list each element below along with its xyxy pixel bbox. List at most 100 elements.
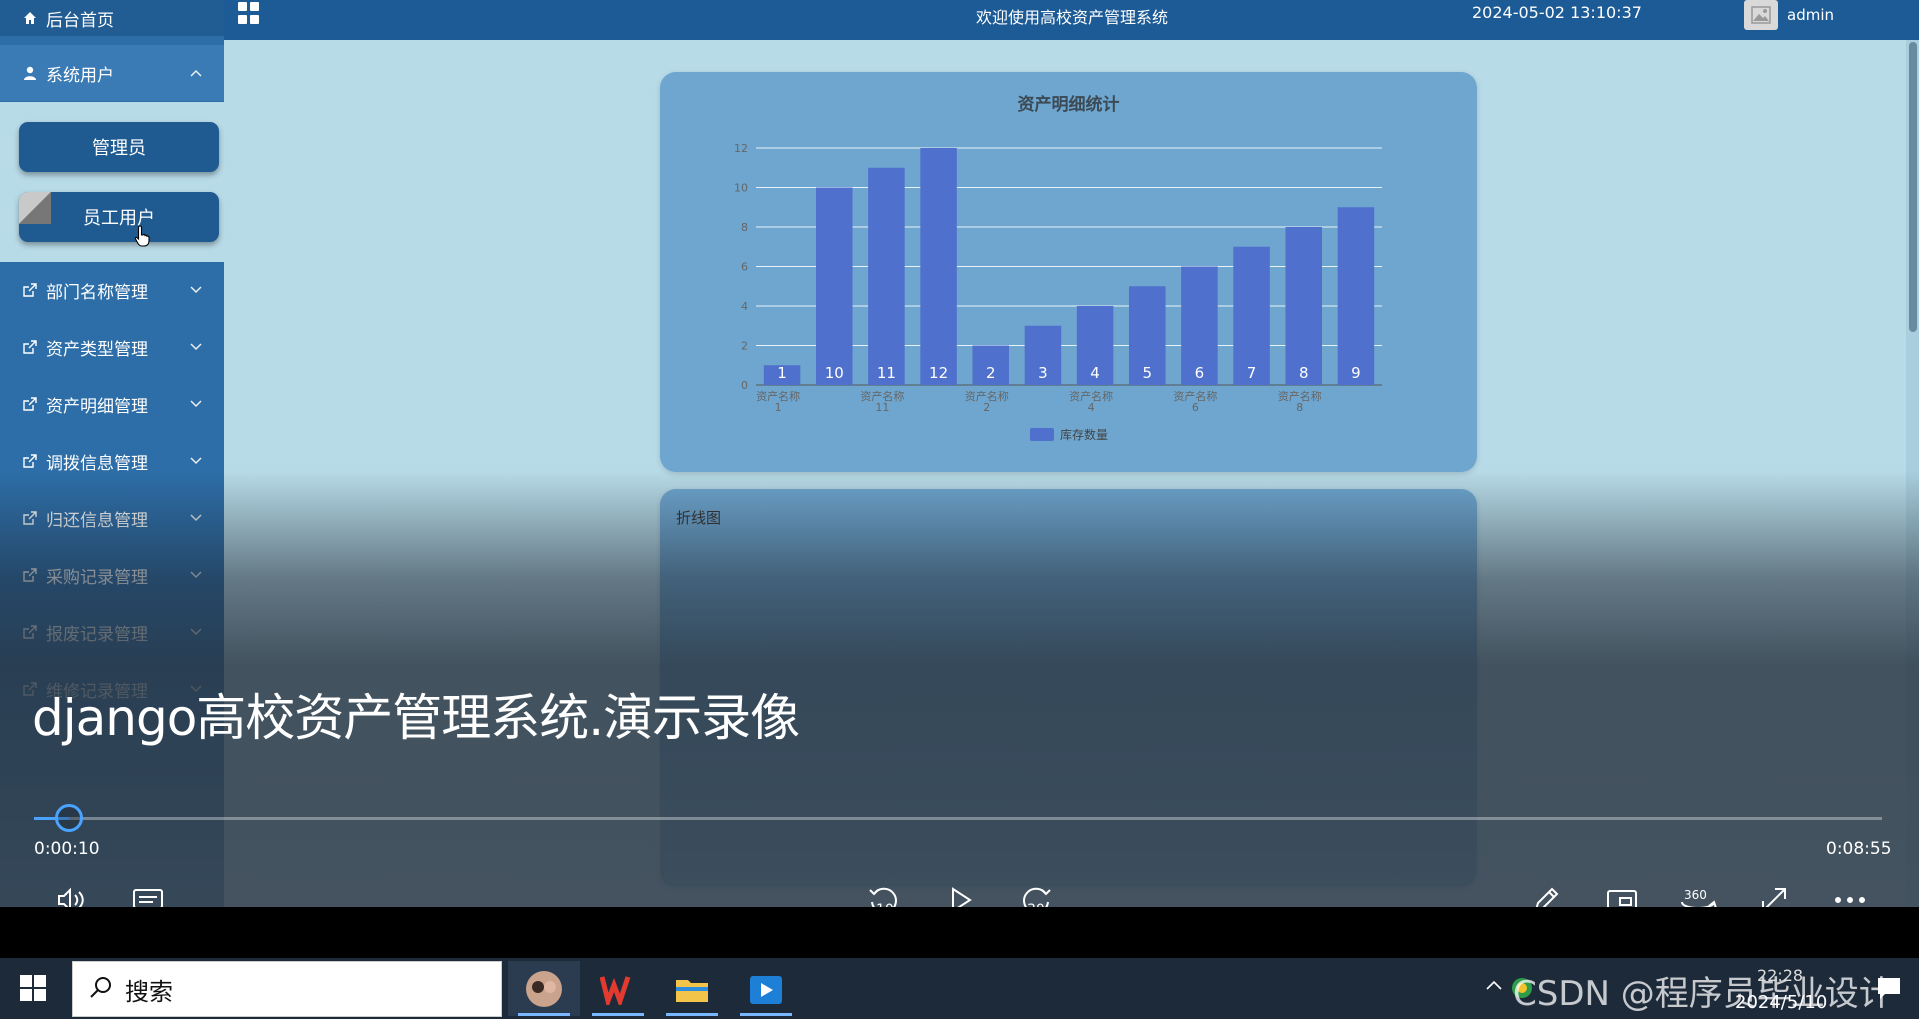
sidebar-item-label: 部门名称管理: [46, 282, 148, 303]
scrollbar-thumb[interactable]: [1909, 42, 1917, 332]
external-link-icon: [22, 396, 38, 412]
chevron-down-icon: [190, 511, 202, 525]
taskbar-search-label: 搜索: [125, 977, 173, 1006]
bar: [920, 148, 957, 385]
sidebar-item-label: 归还信息管理: [46, 510, 148, 531]
chevron-down-icon: [190, 340, 202, 354]
tray-clock-date[interactable]: 2024/5/10: [1735, 992, 1827, 1013]
video-total-time: 0:08:55: [1826, 839, 1892, 859]
chevron-down-icon: [190, 397, 202, 411]
sidebar-item[interactable]: 资产类型管理: [0, 319, 224, 375]
bar-data-label: 11: [877, 364, 896, 382]
forward-30-icon[interactable]: 30: [1016, 880, 1056, 907]
bar-data-label: 6: [1195, 364, 1205, 382]
fold-corner-decoration: [19, 192, 51, 224]
taskbar-app-photo[interactable]: [508, 961, 580, 1016]
bar-data-label: 4: [1090, 364, 1100, 382]
user-icon: [22, 65, 38, 81]
bar-data-label: 12: [929, 364, 948, 382]
page-title: 欢迎使用高校资产管理系统: [976, 8, 1169, 27]
forward-label: 30: [1027, 902, 1045, 907]
pen-icon[interactable]: [1526, 880, 1566, 907]
chevron-down-icon: [190, 283, 202, 297]
bar: [868, 167, 905, 385]
taskbar-app-media-player[interactable]: [730, 961, 802, 1016]
x-tick-label: 2: [983, 401, 990, 414]
legend-label: 库存数量: [1060, 427, 1108, 442]
x-tick-label: 8: [1296, 401, 1303, 414]
sidebar-item[interactable]: 资产明细管理: [0, 376, 224, 432]
fullscreen-icon[interactable]: [1754, 880, 1794, 907]
sidebar-item[interactable]: 归还信息管理: [0, 490, 224, 546]
bar-chart-card: 资产明细统计 0 2 4 6 8 10 12 1 资产名称 1 10 11 资产名称 11 12 2 资产名称 2…: [660, 72, 1477, 472]
y-tick-label: 10: [734, 182, 748, 195]
line-chart-title: 折线图: [676, 509, 722, 527]
external-link-icon: [22, 624, 38, 640]
sidebar-item[interactable]: 采购记录管理: [0, 547, 224, 603]
taskbar-app-file-explorer[interactable]: [656, 961, 728, 1016]
chevron-down-icon: [190, 454, 202, 468]
header-datetime: 2024-05-02 13:10:37: [1472, 3, 1642, 22]
sidebar-subitem-label: 管理员: [92, 138, 146, 159]
taskbar-search-input[interactable]: 搜索: [72, 961, 502, 1017]
bar: [815, 187, 853, 385]
external-link-icon: [22, 567, 38, 583]
y-tick-label: 6: [741, 261, 748, 274]
x-tick-label: 11: [875, 401, 889, 414]
sidebar-item-label: 系统用户: [46, 65, 114, 86]
sidebar-subitem-staff-users[interactable]: 员工用户: [19, 192, 219, 242]
x-tick-label: 4: [1088, 401, 1095, 414]
chevron-up-icon[interactable]: [1486, 980, 1502, 990]
video-title: django高校资产管理系统.演示录像: [32, 689, 800, 747]
rewind-10-icon[interactable]: 10: [864, 880, 904, 907]
y-tick-label: 4: [741, 300, 748, 313]
subtitles-icon[interactable]: [128, 880, 168, 907]
taskbar-app-wps[interactable]: [582, 961, 654, 1016]
external-link-icon: [22, 453, 38, 469]
sidebar-item[interactable]: 部门名称管理: [0, 262, 224, 318]
legend-swatch: [1030, 428, 1054, 441]
chevron-down-icon: [190, 568, 202, 582]
avatar[interactable]: [1744, 0, 1778, 30]
y-tick-label: 8: [741, 221, 748, 234]
bar-data-label: 1: [777, 364, 787, 382]
bar: [1337, 207, 1375, 385]
sidebar-item-label: 报废记录管理: [46, 624, 148, 645]
sidebar-submenu-system-users: 管理员 员工用户: [0, 102, 224, 262]
video-progress-knob[interactable]: [55, 804, 84, 832]
y-tick-label: 0: [741, 379, 748, 392]
sidebar-item[interactable]: 调拨信息管理: [0, 433, 224, 489]
hand-cursor-icon: [134, 225, 152, 247]
bar: [1285, 227, 1323, 385]
sidebar-item[interactable]: 报废记录管理: [0, 604, 224, 660]
more-options-icon[interactable]: [1830, 880, 1870, 907]
picture-in-picture-icon[interactable]: [1602, 880, 1642, 907]
x-tick-label: 6: [1192, 401, 1199, 414]
header-username[interactable]: admin: [1787, 6, 1834, 24]
bar-data-label: 2: [986, 364, 996, 382]
sidebar-item-home[interactable]: 后台首页: [0, 0, 224, 36]
rewind-label: 10: [876, 902, 894, 907]
bar-chart: 0246810121资产名称110 11资产名称1112 2资产名称23 4资产名称4…: [734, 142, 1382, 442]
play-icon[interactable]: [940, 880, 980, 907]
video-current-time: 0:00:10: [34, 839, 100, 859]
page-scrollbar[interactable]: [1906, 40, 1919, 907]
bar-data-label: 3: [1038, 364, 1048, 382]
apps-grid-icon[interactable]: [238, 2, 260, 24]
y-tick-label: 2: [741, 340, 748, 353]
sidebar-subitem-admin[interactable]: 管理员: [19, 122, 219, 172]
sidebar: 后台首页 系统用户 管理员 员工用户 部门名称管理 资产类型管理资产明细管理 调拨信…: [0, 0, 224, 907]
csdn-watermark: CSDN @程序员毕业设计: [1513, 974, 1893, 1014]
bar-data-label: 10: [825, 364, 844, 382]
sidebar-item-system-users[interactable]: 系统用户: [0, 45, 224, 101]
video-progress-bar[interactable]: [34, 817, 1882, 820]
chevron-down-icon: [190, 625, 202, 639]
volume-icon[interactable]: [52, 880, 92, 907]
sidebar-item-label: 资产类型管理: [46, 339, 148, 360]
top-header: 欢迎使用高校资产管理系统 2024-05-02 13:10:37 admin: [224, 0, 1919, 40]
tray-clock-time[interactable]: 22:28: [1757, 966, 1803, 985]
windows-start-icon[interactable]: [20, 975, 46, 1001]
bar-data-label: 5: [1142, 364, 1152, 382]
bar-data-label: 8: [1299, 364, 1309, 382]
vr-360-icon[interactable]: 360: [1678, 880, 1718, 907]
